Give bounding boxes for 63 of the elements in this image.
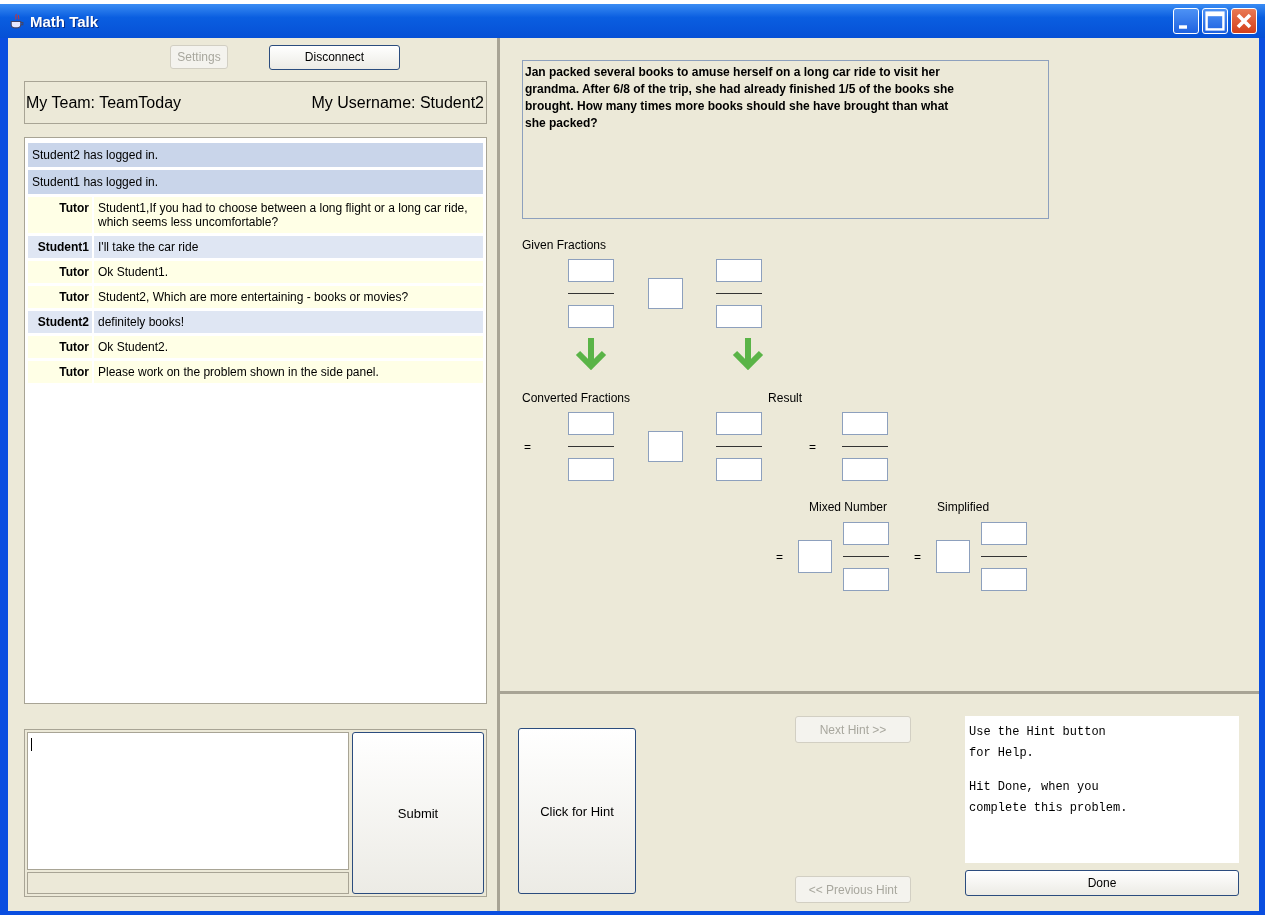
message-text: Student1,If you had to choose between a long flight or a long car ride, which seems less uncomfortable? — [92, 197, 483, 233]
sender-name: Tutor — [58, 264, 90, 281]
equals-sign: = — [523, 439, 532, 454]
username-label: My Username: Student2 — [311, 93, 484, 112]
denominator-field[interactable] — [568, 458, 614, 481]
message-text: Please work on the problem shown in the side panel. — [92, 361, 483, 383]
section-label: Mixed Number — [809, 499, 888, 514]
equals-sign: = — [914, 549, 922, 564]
down-arrow-icon — [731, 336, 765, 370]
section-label: Converted Fractions — [522, 390, 631, 405]
numerator-field[interactable] — [842, 412, 888, 435]
disconnect-button[interactable]: Disconnect — [269, 44, 400, 70]
done-button[interactable]: Done — [965, 870, 1239, 896]
numerator-field[interactable] — [568, 412, 614, 435]
sender-name: Tutor — [58, 339, 90, 356]
hint-text: Use the Hint button for Help. — [969, 724, 1107, 762]
operator-field[interactable] — [648, 431, 683, 462]
denominator-field[interactable] — [716, 305, 762, 328]
numerator-field[interactable] — [568, 259, 614, 282]
message-text: Ok Student1. — [92, 261, 483, 283]
numerator-field[interactable] — [716, 412, 762, 435]
sender-name: Tutor — [58, 364, 90, 381]
numerator-field[interactable] — [981, 522, 1028, 545]
sender-name: Student2 — [36, 314, 90, 331]
message-text: definitely books! — [92, 311, 483, 333]
denominator-field[interactable] — [981, 568, 1028, 591]
denominator-field[interactable] — [568, 305, 614, 328]
whole-number-field[interactable] — [936, 540, 971, 573]
sender-name: Tutor — [58, 289, 90, 306]
hint-button[interactable]: Click for Hint — [518, 728, 636, 894]
window-title: Math Talk — [30, 12, 100, 30]
close-button[interactable] — [1231, 8, 1257, 34]
operator-field[interactable] — [648, 278, 683, 309]
denominator-field[interactable] — [843, 568, 889, 591]
system-message: Student2 has logged in. — [28, 143, 483, 167]
down-arrow-icon — [574, 336, 608, 370]
sender-name: Student1 — [36, 239, 90, 256]
sender-name: Tutor — [58, 200, 90, 217]
message-text: Student2, Which are more entertaining - books or movies? — [92, 286, 483, 308]
numerator-field[interactable] — [843, 522, 889, 545]
denominator-field[interactable] — [716, 458, 762, 481]
message-text: I'll take the car ride — [92, 236, 483, 258]
hint-text: Hit Done, when you complete this problem. — [969, 779, 1129, 817]
minimize-icon — [1179, 25, 1187, 29]
text-cursor — [31, 738, 32, 751]
equals-sign: = — [776, 549, 783, 564]
submit-button[interactable]: Submit — [352, 732, 484, 894]
maximize-button[interactable] — [1202, 8, 1228, 34]
section-label: Simplified — [937, 499, 990, 514]
message-input[interactable] — [27, 732, 349, 870]
problem-text: Jan packed several books to amuse herself on a long car ride to visit her grandma. After 6/8 of the trip, she had already finished 1/5 of the books she brought. How many times more books should she have brought than what she packed? — [522, 60, 1049, 219]
equals-sign: = — [809, 439, 816, 454]
denominator-field[interactable] — [842, 458, 888, 481]
numerator-field[interactable] — [716, 259, 762, 282]
maximize-icon — [1203, 9, 1227, 33]
cup-icon — [8, 12, 25, 30]
whole-number-field[interactable] — [798, 540, 832, 573]
message-text: Ok Student2. — [92, 336, 483, 358]
minimize-button[interactable] — [1173, 8, 1199, 34]
team-label: My Team: TeamToday — [26, 93, 182, 112]
section-label: Result — [768, 390, 803, 405]
system-message: Student1 has logged in. — [28, 170, 483, 194]
section-label: Given Fractions — [522, 237, 607, 252]
